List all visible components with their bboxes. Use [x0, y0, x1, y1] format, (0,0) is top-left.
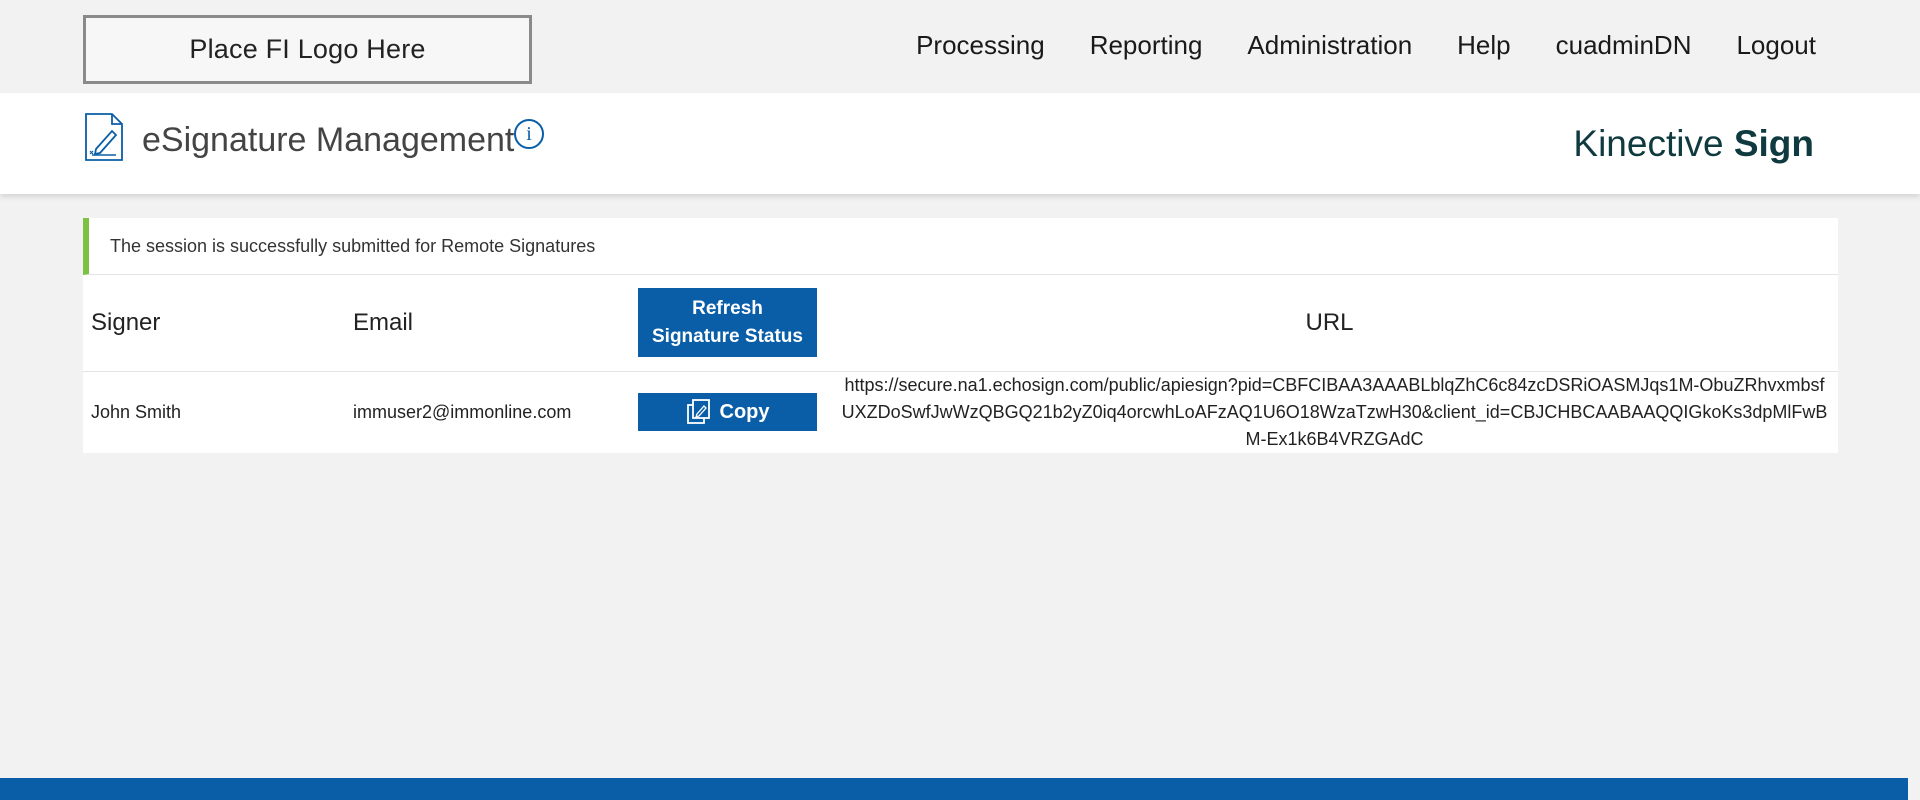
main-nav: Processing Reporting Administration Help… [916, 30, 1816, 61]
copy-url-button[interactable]: Copy [638, 393, 817, 431]
column-header-refresh: Refresh Signature Status [638, 275, 821, 371]
nav-administration[interactable]: Administration [1247, 30, 1412, 61]
refresh-signature-status-button[interactable]: Refresh Signature Status [638, 288, 817, 358]
fi-logo-placeholder: Place FI Logo Here [83, 15, 532, 84]
copy-label: Copy [719, 400, 770, 423]
signature-session-card: The session is successfully submitted fo… [83, 218, 1838, 453]
copy-icon [686, 399, 710, 424]
info-icon[interactable]: i [514, 119, 544, 149]
refresh-label-line1: Refresh [692, 297, 763, 319]
logo-text: Place FI Logo Here [189, 34, 426, 64]
signing-url: https://secure.na1.echosign.com/public/a… [841, 374, 1828, 449]
nav-user-menu[interactable]: cuadminDN [1556, 30, 1692, 61]
brand-logo: Kinective Sign [1573, 123, 1814, 165]
footer-bar [0, 778, 1908, 800]
brand-regular: Kinective [1573, 123, 1734, 164]
page-title-bar: eSignature Management i Kinective Sign [0, 93, 1920, 194]
column-header-url: URL [1305, 308, 1354, 336]
alert-message: The session is successfully submitted fo… [110, 235, 596, 256]
copy-cell: Copy [638, 371, 821, 453]
nav-help[interactable]: Help [1457, 30, 1510, 61]
table-header-row: Signer Email Refresh Signature Status UR… [83, 275, 1838, 371]
brand-bold: Sign [1733, 123, 1814, 164]
nav-processing[interactable]: Processing [916, 30, 1045, 61]
nav-logout[interactable]: Logout [1736, 30, 1816, 61]
info-glyph: i [526, 122, 532, 145]
refresh-label-line2: Signature Status [652, 325, 803, 347]
nav-reporting[interactable]: Reporting [1090, 30, 1203, 61]
table-row: John Smith immuser2@immonline.com Copy h… [83, 371, 1838, 453]
page-title: eSignature Management [142, 121, 515, 159]
signer-name: John Smith [91, 401, 182, 422]
signer-email: immuser2@immonline.com [353, 401, 572, 422]
success-alert: The session is successfully submitted fo… [83, 218, 1838, 275]
column-header-signer: Signer [91, 308, 161, 336]
top-navigation-bar: Place FI Logo Here Processing Reporting … [0, 0, 1920, 93]
column-header-email: Email [353, 308, 414, 336]
document-sign-icon [85, 113, 123, 161]
signers-table: Signer Email Refresh Signature Status UR… [83, 275, 1838, 453]
